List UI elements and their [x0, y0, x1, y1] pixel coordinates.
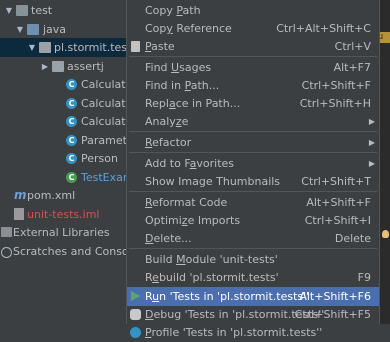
tree-item-test[interactable]: ▼ test [0, 1, 126, 20]
menu-separator [129, 152, 377, 153]
context-menu: Copy Path Copy Reference Ctrl+Alt+Shift+… [126, 0, 380, 339]
tree-item-class[interactable]: C Calculator [0, 112, 126, 131]
menu-item-add-to-favorites[interactable]: Add to Favorites ▶ [127, 154, 379, 173]
maven-icon: m [14, 188, 27, 202]
menu-item-delete[interactable]: Delete... Delete [127, 229, 379, 248]
class-icon: C [66, 98, 77, 109]
menu-item-find-in-path[interactable]: Find in Path... Ctrl+Shift+F [127, 76, 379, 95]
menu-separator [129, 248, 377, 249]
menu-item-build-module[interactable]: Build Module 'unit-tests' [127, 250, 379, 269]
class-icon: C [66, 153, 77, 164]
module-file-icon [14, 208, 24, 220]
menu-item-paste[interactable]: Paste Ctrl+V [127, 37, 379, 56]
project-tree: ▼ test ▼ java ▼ pl.stormit.tes ▶ assertj… [0, 0, 126, 324]
package-icon [52, 61, 64, 72]
tree-item-class[interactable]: C Parameter [0, 131, 126, 150]
menu-separator [129, 131, 377, 132]
menu-item-reformat-code[interactable]: Reformat Code Alt+Shift+F [127, 193, 379, 212]
expand-arrow-icon[interactable]: ▼ [4, 1, 14, 20]
submenu-arrow-icon: ▶ [368, 138, 375, 147]
tree-item-package[interactable]: ▼ pl.stormit.tes [0, 38, 126, 57]
menu-item-show-image-thumbnails[interactable]: Show Image Thumbnails Ctrl+Shift+T [127, 172, 379, 191]
tree-item-class[interactable]: C Person [0, 149, 126, 168]
tree-item-class[interactable]: C Calculator [0, 75, 126, 94]
tree-item-java[interactable]: ▼ java [0, 20, 126, 39]
menu-item-profile-tests[interactable]: Profile 'Tests in 'pl.stormit.tests'' [127, 323, 379, 342]
tree-item-assertj[interactable]: ▶ assertj [0, 57, 126, 76]
submenu-arrow-icon: ▶ [368, 117, 375, 126]
menu-item-debug-tests[interactable]: Debug 'Tests in 'pl.stormit.tests'' Ctrl… [127, 305, 379, 324]
lightbulb-icon[interactable] [382, 230, 389, 238]
class-icon: C [66, 79, 77, 90]
menu-item-optimize-imports[interactable]: Optimize Imports Ctrl+Shift+I [127, 211, 379, 230]
folder-icon [27, 24, 39, 35]
profile-icon [130, 327, 141, 338]
tree-item-class[interactable]: C TestExamp [0, 168, 126, 187]
run-icon [131, 291, 140, 301]
submenu-arrow-icon: ▶ [368, 159, 375, 168]
tree-item-external-libraries[interactable]: External Libraries [0, 223, 126, 242]
menu-separator [129, 191, 377, 192]
tree-item-scratches[interactable]: Scratches and Consoles [0, 242, 126, 261]
clipboard-icon [131, 41, 140, 52]
expand-arrow-icon[interactable]: ▼ [15, 20, 25, 39]
scratches-icon [1, 247, 12, 258]
class-icon: C [66, 135, 77, 146]
menu-item-copy-path[interactable]: Copy Path [127, 1, 379, 20]
tree-item-iml[interactable]: unit-tests.iml [0, 205, 126, 224]
folder-icon [16, 5, 28, 16]
class-icon: C [66, 116, 77, 127]
menu-separator [129, 56, 377, 57]
library-icon [1, 227, 12, 237]
menu-item-analyze[interactable]: Analyze ▶ [127, 112, 379, 131]
menu-item-refactor[interactable]: Refactor ▶ [127, 133, 379, 152]
tree-item-pom[interactable]: m pom.xml [0, 186, 126, 205]
menu-item-rebuild[interactable]: Rebuild 'pl.stormit.tests' F9 [127, 268, 379, 287]
collapse-arrow-icon[interactable]: ▶ [40, 57, 50, 76]
debug-bug-icon [130, 309, 141, 320]
menu-item-replace-in-path[interactable]: Replace in Path... Ctrl+Shift+H [127, 94, 379, 113]
package-icon [39, 42, 51, 53]
menu-item-find-usages[interactable]: Find Usages Alt+F7 [127, 58, 379, 77]
menu-item-copy-reference[interactable]: Copy Reference Ctrl+Alt+Shift+C [127, 19, 379, 38]
tree-item-class[interactable]: C Calculator [0, 94, 126, 113]
test-class-icon: C [66, 172, 77, 183]
menu-item-run-tests[interactable]: Run 'Tests in 'pl.stormit.tests'' Alt+Sh… [127, 287, 379, 306]
expand-arrow-icon[interactable]: ▼ [27, 38, 37, 57]
